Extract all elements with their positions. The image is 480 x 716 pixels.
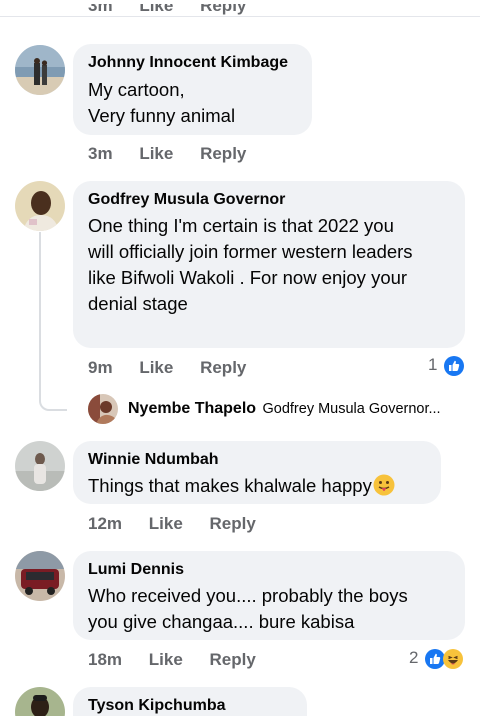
comment-actions: 3m Like Reply (88, 144, 246, 164)
reply-button[interactable]: Reply (210, 514, 256, 533)
thread-line (39, 232, 67, 411)
reaction-summary[interactable]: 2 (409, 648, 463, 669)
like-button[interactable]: Like (139, 4, 173, 15)
comment-text-line: My cartoon, (88, 79, 185, 100)
comment-text-line: like Bifwoli Wakoli . For now enjoy your (88, 267, 408, 288)
comment-bubble[interactable]: Johnny Innocent Kimbage My cartoon, Very… (73, 44, 312, 135)
comment-text-line: will officially join former western lead… (88, 241, 413, 262)
avatar-photo (15, 45, 65, 95)
comment-actions: 12m Like Reply (88, 514, 256, 534)
reply-button[interactable]: Reply (210, 650, 256, 669)
comment-actions: 9m Like Reply (88, 358, 246, 378)
like-icon (424, 648, 445, 669)
comment-text-line: denial stage (88, 293, 188, 314)
comment-text-line: you give changaa.... bure kabisa (88, 611, 355, 632)
comment-time: 3m (88, 144, 113, 163)
reaction-summary[interactable]: 1 (428, 355, 464, 376)
comment-time: 9m (88, 358, 113, 377)
comment-time: 18m (88, 650, 123, 669)
like-button[interactable]: Like (139, 358, 173, 377)
avatar[interactable] (15, 687, 65, 716)
comment-author[interactable]: Lumi Dennis (88, 561, 184, 579)
like-icon (443, 355, 464, 376)
like-button[interactable]: Like (139, 144, 173, 163)
comment-bubble[interactable]: Lumi Dennis Who received you.... probabl… (73, 551, 465, 640)
comment-text-line: Who received you.... probably the boys (88, 585, 408, 606)
avatar-photo (88, 394, 118, 424)
comment-text-line: One thing I'm certain is that 2022 you (88, 215, 394, 236)
comment-actions-clipped: 3m Like Reply (88, 4, 246, 18)
reply-button[interactable]: Reply (200, 358, 246, 377)
avatar-photo (15, 551, 65, 601)
comment-text: Things that makes khalwale happy (88, 475, 372, 496)
comment-bubble[interactable]: Winnie Ndumbah Things that makes khalwal… (73, 441, 441, 504)
reaction-count: 1 (428, 355, 438, 374)
reply-avatar[interactable] (88, 394, 118, 424)
avatar[interactable] (15, 441, 65, 491)
clipped-comment-area: Tyson Kipchumba (0, 684, 480, 716)
reaction-count: 2 (409, 648, 419, 667)
avatar[interactable] (15, 45, 65, 95)
avatar-photo (15, 441, 65, 491)
avatar-photo (15, 687, 65, 716)
comment-time: 12m (88, 514, 123, 533)
reply-author[interactable]: Nyembe Thapelo (128, 400, 256, 417)
comment-text-line: Things that makes khalwale happy (88, 473, 395, 503)
reply-button[interactable]: Reply (200, 4, 246, 15)
reply-snippet: Godfrey Musula Governor... (262, 401, 441, 417)
comment-author[interactable]: Godfrey Musula Governor (88, 191, 285, 209)
avatar-photo (15, 181, 65, 231)
comment-author[interactable]: Johnny Innocent Kimbage (88, 54, 288, 72)
comment-bubble[interactable]: Godfrey Musula Governor One thing I'm ce… (73, 181, 465, 348)
comment-bubble[interactable]: Tyson Kipchumba (73, 687, 307, 716)
comment-author[interactable]: Tyson Kipchumba (88, 697, 226, 715)
tongue-out-emoji (373, 474, 395, 503)
comment-text-line: Very funny animal (88, 105, 236, 126)
reply-button[interactable]: Reply (200, 144, 246, 163)
comment-time: 3m (88, 4, 113, 15)
comment-author[interactable]: Winnie Ndumbah (88, 451, 219, 469)
avatar[interactable] (15, 551, 65, 601)
haha-icon (442, 648, 463, 669)
like-button[interactable]: Like (149, 650, 183, 669)
like-button[interactable]: Like (149, 514, 183, 533)
reply-preview[interactable]: Nyembe Thapelo Godfrey Musula Governor..… (128, 400, 441, 418)
comment-actions: 18m Like Reply (88, 650, 256, 670)
avatar[interactable] (15, 181, 65, 231)
